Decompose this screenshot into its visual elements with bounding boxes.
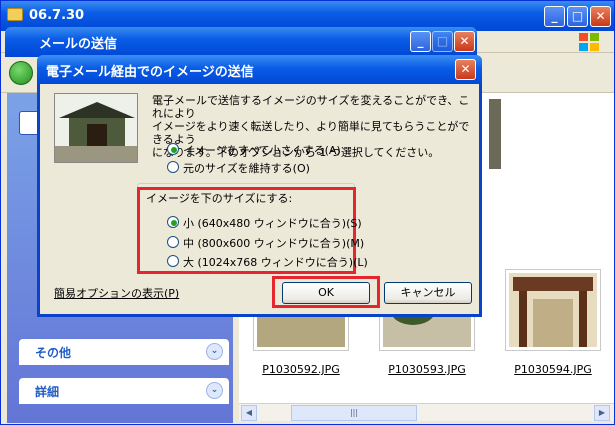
- horizontal-scrollbar[interactable]: ◀ ||| ▶: [239, 403, 614, 421]
- cancel-button[interactable]: キャンセル: [384, 282, 472, 304]
- radio-keep-size-label[interactable]: 元のサイズを維持する(O): [183, 160, 310, 176]
- scroll-left-icon[interactable]: ◀: [241, 405, 257, 421]
- maximize-button[interactable]: □: [567, 6, 588, 27]
- dialog-titlebar: 電子メール経由でのイメージの送信 ✕: [37, 55, 482, 84]
- radio-size-small-label[interactable]: 小 (640x480 ウィンドウに合う)(S): [183, 215, 362, 231]
- panel-other[interactable]: その他 ⌄: [19, 339, 229, 365]
- radio-size-medium[interactable]: [167, 236, 179, 248]
- photo-temple-icon: [55, 94, 137, 162]
- thumbnail-label[interactable]: P1030594.JPG: [498, 363, 608, 376]
- close-button[interactable]: ✕: [454, 31, 475, 52]
- scroll-right-icon[interactable]: ▶: [594, 405, 610, 421]
- panel-details-label: 詳細: [35, 385, 60, 399]
- radio-shrink-all[interactable]: [167, 143, 179, 155]
- photo-partial: [489, 99, 501, 169]
- radio-size-small[interactable]: [167, 216, 179, 228]
- radio-keep-size[interactable]: [167, 161, 179, 173]
- simple-options-link[interactable]: 簡易オプションの表示(P): [54, 285, 179, 301]
- minimize-button[interactable]: _: [410, 31, 431, 52]
- mail-send-window-titlebar: メールの送信 _ □ ✕: [5, 27, 477, 57]
- back-arrow-icon[interactable]: [9, 61, 33, 85]
- thumbnail-label[interactable]: P1030593.JPG: [372, 363, 482, 376]
- mail-send-title: メールの送信: [39, 37, 118, 52]
- folder-icon: [7, 8, 23, 21]
- maximize-button: □: [432, 31, 453, 52]
- thumbnail[interactable]: [505, 269, 601, 351]
- send-image-dialog: 電子メール経由でのイメージの送信 ✕ 電子メールで送信するイメージのサイズを変え…: [37, 55, 482, 317]
- radio-size-large[interactable]: [167, 255, 179, 267]
- scroll-thumb[interactable]: |||: [291, 405, 417, 421]
- windows-logo-icon: [579, 33, 599, 51]
- chevron-down-icon[interactable]: ⌄: [206, 343, 223, 360]
- close-button[interactable]: ✕: [590, 6, 611, 27]
- radio-size-medium-label[interactable]: 中 (800x600 ウィンドウに合う)(M): [183, 235, 364, 251]
- radio-shrink-all-label[interactable]: イメージをすべて小さくする(A): [183, 142, 341, 158]
- photo-gate-icon: [509, 273, 597, 347]
- panel-details[interactable]: 詳細 ⌄: [19, 378, 229, 404]
- image-preview: [54, 93, 138, 163]
- chevron-down-icon[interactable]: ⌄: [206, 382, 223, 399]
- thumbnail-label[interactable]: P1030592.JPG: [246, 363, 356, 376]
- panel-other-label: その他: [35, 346, 72, 360]
- dialog-close-button[interactable]: ✕: [455, 59, 476, 80]
- radio-size-large-label[interactable]: 大 (1024x768 ウィンドウに合う)(L): [183, 254, 368, 270]
- ok-button[interactable]: OK: [282, 282, 370, 304]
- dialog-title: 電子メール経由でのイメージの送信: [46, 65, 254, 80]
- minimize-button[interactable]: _: [544, 6, 565, 27]
- explorer-title: 06.7.30: [29, 8, 85, 23]
